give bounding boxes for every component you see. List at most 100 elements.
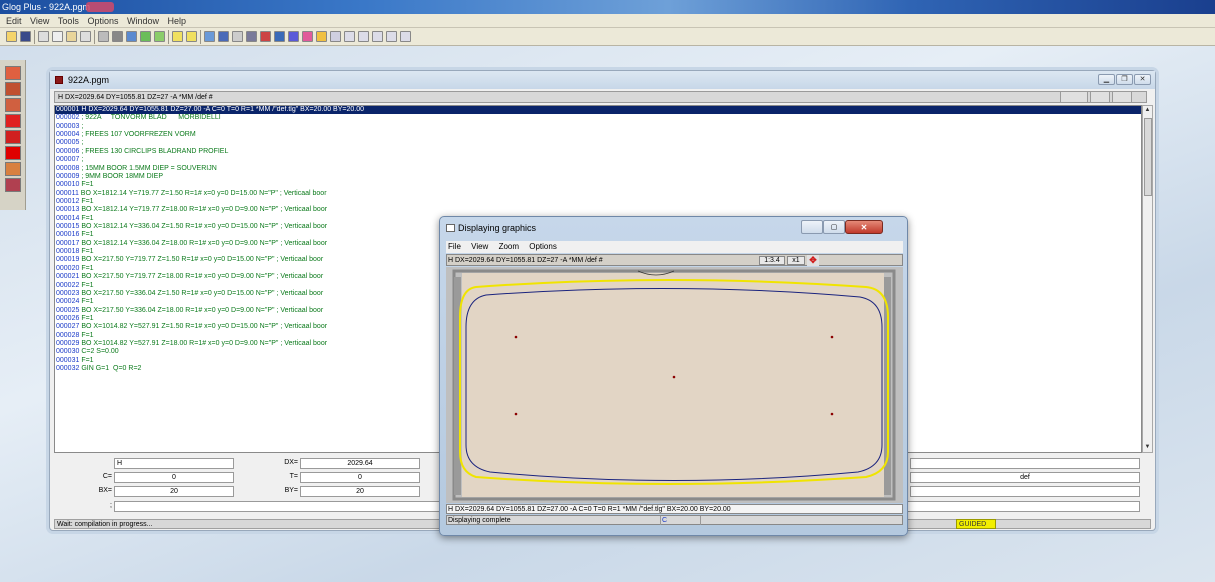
- print-icon[interactable]: [98, 31, 109, 42]
- table-icon[interactable]: [274, 31, 285, 42]
- gfx-menu-options[interactable]: Options: [529, 242, 557, 251]
- code-line[interactable]: 000009 ; 9MM BOOR 18MM DIEP: [55, 173, 1141, 181]
- code-line[interactable]: 000004 ; FREES 107 VOORFREZEN VORM: [55, 131, 1141, 139]
- menu-window[interactable]: Window: [127, 16, 159, 26]
- right-field-2[interactable]: [910, 486, 1140, 497]
- scale-indicator[interactable]: 1:3.4: [759, 256, 785, 265]
- arrow-icon[interactable]: [302, 31, 313, 42]
- drill-icon[interactable]: [5, 66, 21, 80]
- spline-tool-icon[interactable]: [386, 31, 397, 42]
- bx-field[interactable]: 20: [114, 486, 234, 497]
- grid-icon[interactable]: [232, 31, 243, 42]
- settings-icon[interactable]: [112, 31, 123, 42]
- open-icon[interactable]: [6, 31, 17, 42]
- toolbar-separator: [34, 30, 35, 44]
- minimize-button[interactable]: ▁: [1098, 74, 1115, 85]
- menu-tools[interactable]: Tools: [58, 16, 79, 26]
- bowl-icon[interactable]: [316, 31, 327, 42]
- code-line[interactable]: 000013 BO X=1812.14 Y=719.77 Z=18.00 R=1…: [55, 206, 1141, 214]
- code-line[interactable]: 000011 BO X=1812.14 Y=719.77 Z=1.50 R=1#…: [55, 190, 1141, 198]
- context-help-icon[interactable]: [186, 31, 197, 42]
- tool-icon[interactable]: [204, 31, 215, 42]
- c-field[interactable]: 0: [114, 472, 234, 483]
- record-icon[interactable]: [5, 146, 21, 160]
- save-icon[interactable]: [20, 31, 31, 42]
- line-number: 000007: [56, 156, 80, 164]
- graphics-header: H DX=2029.64 DY=1055.81 DZ=27 -A *MM /de…: [446, 254, 903, 266]
- close-button[interactable]: ✕: [1134, 74, 1151, 85]
- line-number: 000001: [56, 106, 80, 113]
- macro-icon[interactable]: [5, 162, 21, 176]
- polyline-tool-icon[interactable]: [372, 31, 383, 42]
- menu-view[interactable]: View: [30, 16, 49, 26]
- arc-tool-icon[interactable]: [344, 31, 355, 42]
- scroll-down-icon[interactable]: ▼: [1143, 443, 1152, 452]
- cut-icon[interactable]: [38, 31, 49, 42]
- program-header-field[interactable]: H DX=2029.64 DY=1055.81 DZ=27 -A *MM /de…: [54, 91, 1147, 103]
- scroll-thumb[interactable]: [1144, 118, 1152, 196]
- line-number: 000019: [56, 256, 80, 264]
- header-box[interactable]: [1060, 91, 1088, 103]
- check-icon[interactable]: [140, 31, 151, 42]
- copy-icon[interactable]: [52, 31, 63, 42]
- code-line[interactable]: 000008 ; 15MM BOOR 1.5MM DIEP = SOUVERIJ…: [55, 165, 1141, 173]
- curve-tool-icon[interactable]: [358, 31, 369, 42]
- t-field[interactable]: 0: [300, 472, 420, 483]
- cut-tool-icon[interactable]: [5, 114, 21, 128]
- graphics-canvas[interactable]: [446, 267, 903, 503]
- undo-icon[interactable]: [80, 31, 91, 42]
- by-field[interactable]: 20: [300, 486, 420, 497]
- header-box[interactable]: [1090, 91, 1110, 103]
- h-field[interactable]: H: [114, 458, 234, 469]
- verify-icon[interactable]: [154, 31, 165, 42]
- help-icon[interactable]: [172, 31, 183, 42]
- code-line[interactable]: 000007 ;: [55, 156, 1141, 164]
- graphics-maximize-button[interactable]: ▢: [823, 220, 845, 234]
- display-icon[interactable]: [126, 31, 137, 42]
- block-tool-icon[interactable]: [400, 31, 411, 42]
- graphics-minimize-button[interactable]: [801, 220, 823, 234]
- def-field[interactable]: def: [910, 472, 1140, 483]
- code-line[interactable]: 000003 ;: [55, 123, 1141, 131]
- graphics-close-button[interactable]: ✕: [845, 220, 883, 234]
- code-line[interactable]: 000012 F=1: [55, 198, 1141, 206]
- code-line[interactable]: 000010 F=1: [55, 181, 1141, 189]
- line-text: F=1: [81, 248, 94, 256]
- mill-icon[interactable]: [5, 98, 21, 112]
- graphics-status-line: H DX=2029.64 DY=1055.81 DZ=27.00 -A C=0 …: [446, 504, 903, 514]
- list-icon[interactable]: [288, 31, 299, 42]
- paste-icon[interactable]: [66, 31, 77, 42]
- line-number: 000015: [56, 223, 80, 231]
- line-tool-icon[interactable]: [330, 31, 341, 42]
- tool-change-icon[interactable]: [5, 178, 21, 192]
- code-line[interactable]: 000002 ; 922A TONVORM BLAD MORBIDELLI: [55, 114, 1141, 122]
- code-line[interactable]: 000001 H DX=2029.64 DY=1055.81 DZ=27.00 …: [55, 106, 1141, 115]
- menu-edit[interactable]: Edit: [6, 16, 22, 26]
- code-line[interactable]: 000005 ;: [55, 139, 1141, 147]
- zoom-indicator[interactable]: x1: [787, 256, 805, 265]
- stop-icon[interactable]: [260, 31, 271, 42]
- line-number: 000021: [56, 273, 80, 281]
- menu-options[interactable]: Options: [87, 16, 118, 26]
- gfx-menu-file[interactable]: File: [448, 242, 461, 251]
- fit-view-icon[interactable]: ✥: [807, 255, 819, 266]
- header-box[interactable]: [1112, 91, 1132, 103]
- saw-icon[interactable]: [5, 82, 21, 96]
- machine-icon[interactable]: [218, 31, 229, 42]
- restore-button[interactable]: ❐: [1116, 74, 1133, 85]
- code-line[interactable]: 000006 ; FREES 130 CIRCLIPS BLADRAND PRO…: [55, 148, 1141, 156]
- menu-help[interactable]: Help: [168, 16, 187, 26]
- gfx-menu-zoom[interactable]: Zoom: [499, 242, 519, 251]
- dx-field[interactable]: 2029.64: [300, 458, 420, 469]
- program-window-title: 922A.pgm: [68, 75, 110, 85]
- line-text: ; 15MM BOOR 1.5MM DIEP = SOUVERIJN: [81, 164, 217, 172]
- right-field[interactable]: [910, 458, 1140, 469]
- scroll-up-icon[interactable]: ▲: [1143, 106, 1152, 115]
- gfx-menu-view[interactable]: View: [471, 242, 488, 251]
- contour-icon[interactable]: [5, 130, 21, 144]
- line-number: 000024: [56, 298, 80, 306]
- line-number: 000028: [56, 331, 80, 339]
- vertical-scrollbar[interactable]: ▲ ▼: [1142, 105, 1153, 453]
- pattern-icon[interactable]: [246, 31, 257, 42]
- line-number: 000025: [56, 306, 80, 314]
